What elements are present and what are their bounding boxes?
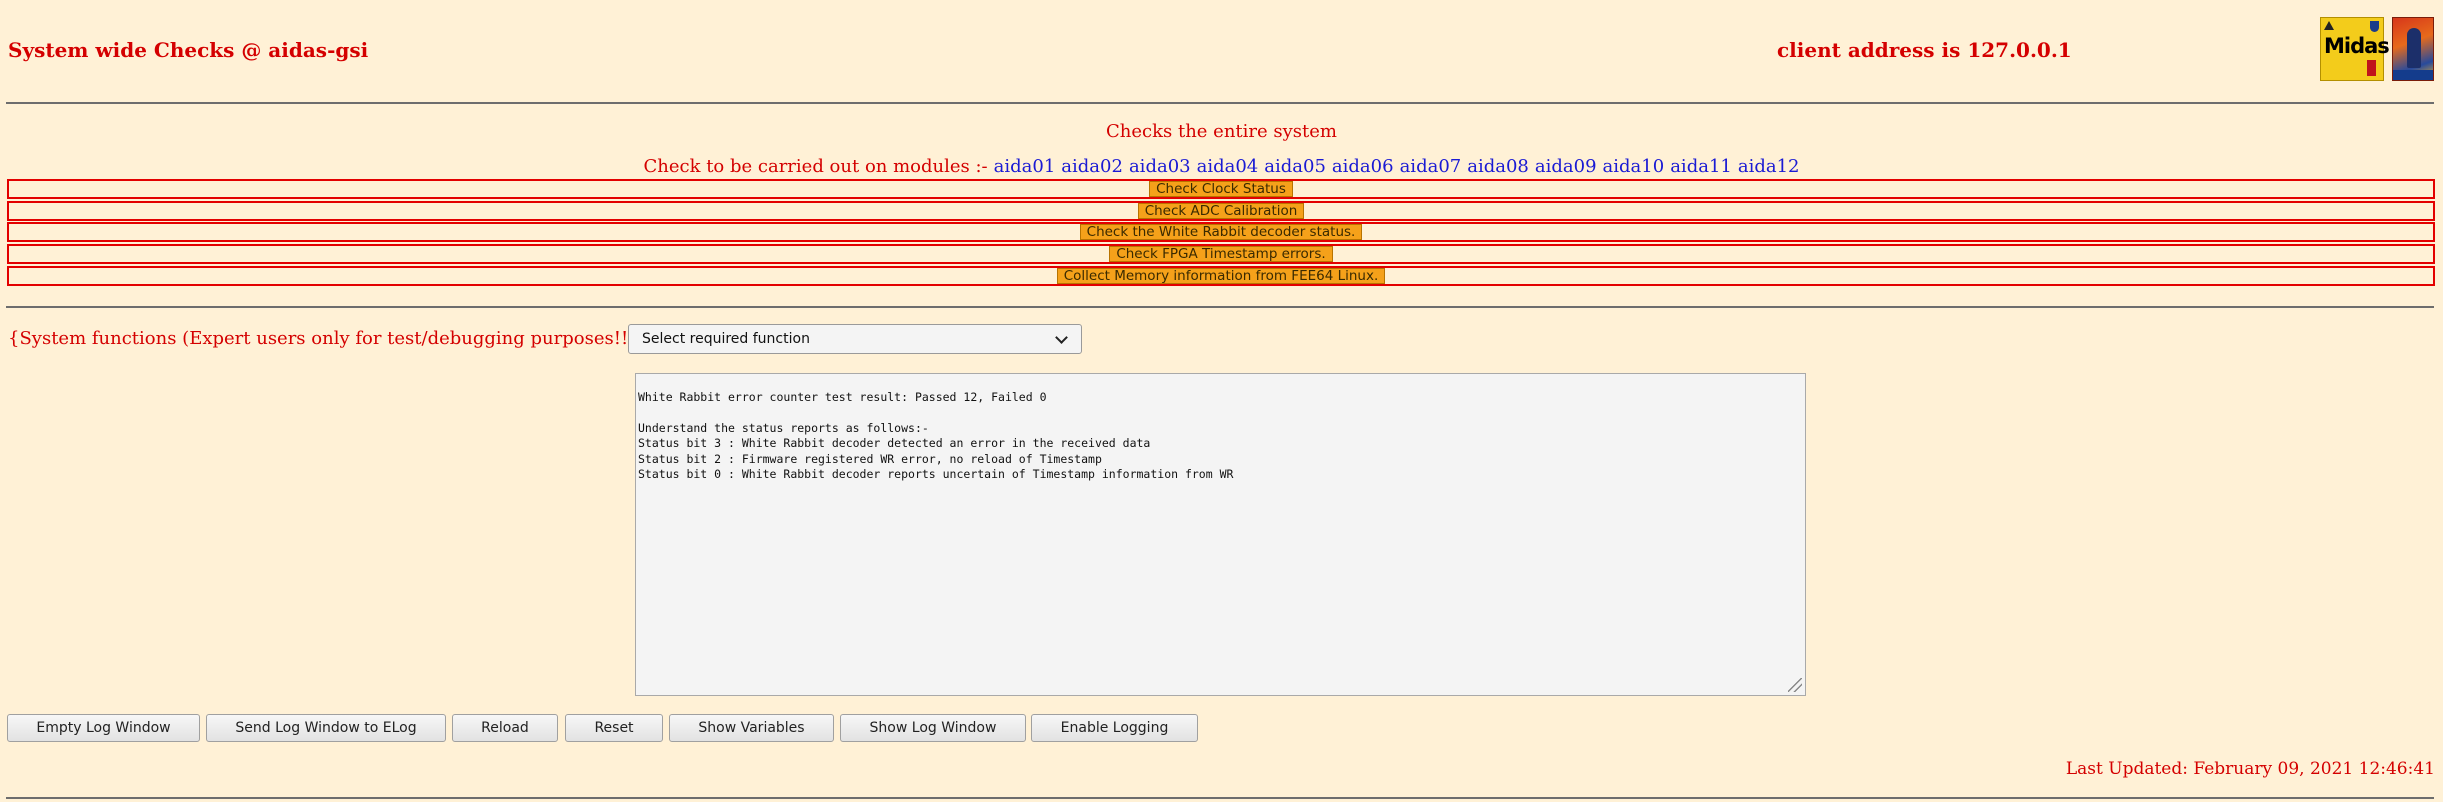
module-link-aida03[interactable]: aida03 — [1129, 156, 1191, 177]
module-link-aida01[interactable]: aida01 — [994, 156, 1056, 177]
log-window[interactable]: White Rabbit error counter test result: … — [635, 373, 1806, 696]
module-link-aida11[interactable]: aida11 — [1670, 156, 1732, 177]
log-text: White Rabbit error counter test result: … — [638, 390, 1234, 482]
reload-button[interactable]: Reload — [452, 714, 558, 742]
system-function-select[interactable]: Select required function — [628, 324, 1082, 354]
last-updated: Last Updated: February 09, 2021 12:46:41 — [2065, 759, 2435, 779]
divider-top — [6, 102, 2434, 104]
module-link-aida07[interactable]: aida07 — [1400, 156, 1462, 177]
logo-strip — [2393, 70, 2433, 80]
subtitle: Checks the entire system — [1106, 121, 1337, 142]
midas-logo-text: Midas — [2324, 34, 2390, 58]
check-row-memory: Collect Memory information from FEE64 Li… — [7, 266, 2435, 286]
module-link-aida02[interactable]: aida02 — [1061, 156, 1123, 177]
figure-icon — [2407, 28, 2421, 68]
module-link-aida05[interactable]: aida05 — [1264, 156, 1326, 177]
page-title: System wide Checks @ aidas-gsi — [8, 38, 369, 62]
module-link-aida06[interactable]: aida06 — [1332, 156, 1394, 177]
chevron-down-icon — [1055, 331, 1068, 344]
resize-grip-icon[interactable] — [1788, 678, 1802, 692]
module-link-aida04[interactable]: aida04 — [1197, 156, 1259, 177]
check-row-clock: Check Clock Status — [7, 179, 2435, 199]
divider-bottom — [6, 797, 2434, 799]
collect-memory-info-button[interactable]: Collect Memory information from FEE64 Li… — [1056, 268, 1386, 284]
check-adc-calibration-button[interactable]: Check ADC Calibration — [1137, 203, 1305, 219]
figure-logo — [2392, 17, 2434, 81]
module-link-aida10[interactable]: aida10 — [1603, 156, 1665, 177]
check-fpga-timestamp-button[interactable]: Check FPGA Timestamp errors. — [1109, 246, 1333, 262]
module-link-aida09[interactable]: aida09 — [1535, 156, 1597, 177]
check-white-rabbit-button[interactable]: Check the White Rabbit decoder status. — [1079, 224, 1363, 240]
reset-button[interactable]: Reset — [565, 714, 663, 742]
send-log-to-elog-button[interactable]: Send Log Window to ELog — [206, 714, 446, 742]
midas-logo: Midas — [2320, 17, 2390, 81]
check-row-fpga: Check FPGA Timestamp errors. — [7, 244, 2435, 264]
select-value: Select required function — [642, 331, 810, 347]
show-log-window-button[interactable]: Show Log Window — [840, 714, 1026, 742]
triangle-icon — [2324, 21, 2334, 30]
check-row-white-rabbit: Check the White Rabbit decoder status. — [7, 222, 2435, 242]
shield-icon — [2370, 21, 2379, 32]
client-address: client address is 127.0.0.1 — [1777, 38, 2072, 62]
modules-line: Check to be carried out on modules :- aid… — [0, 156, 2443, 177]
system-functions-label: {System functions (Expert users only for… — [8, 328, 677, 349]
module-link-aida12[interactable]: aida12 — [1738, 156, 1800, 177]
modules-label: Check to be carried out on modules :- — [643, 156, 988, 177]
module-link-aida08[interactable]: aida08 — [1467, 156, 1529, 177]
enable-logging-button[interactable]: Enable Logging — [1031, 714, 1198, 742]
empty-log-button[interactable]: Empty Log Window — [7, 714, 200, 742]
check-clock-status-button[interactable]: Check Clock Status — [1149, 181, 1293, 197]
check-row-adc: Check ADC Calibration — [7, 201, 2435, 221]
red-block-icon — [2367, 60, 2376, 76]
show-variables-button[interactable]: Show Variables — [669, 714, 834, 742]
divider-middle — [6, 306, 2434, 308]
